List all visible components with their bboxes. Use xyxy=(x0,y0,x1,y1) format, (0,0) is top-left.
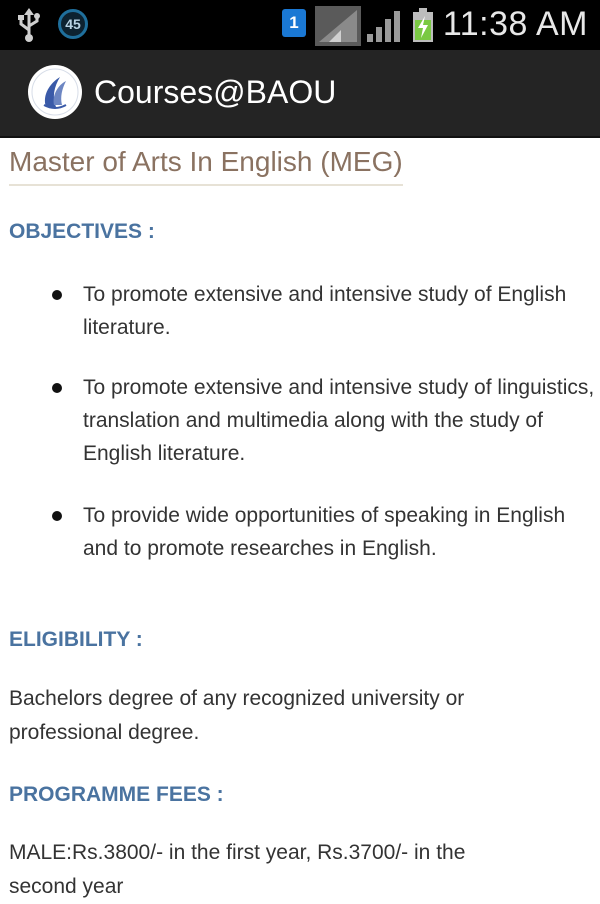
list-item: To promote extensive and intensive study… xyxy=(83,283,567,306)
usb-icon xyxy=(14,8,44,47)
fees-text: second year xyxy=(9,875,124,898)
objectives-heading: OBJECTIVES : xyxy=(9,220,155,243)
signal-icon xyxy=(315,6,361,51)
eligibility-heading: ELIGIBILITY : xyxy=(9,628,143,651)
status-bar: 45 1 11:38 AM xyxy=(0,0,600,50)
list-item: To promote extensive and intensive study… xyxy=(83,376,595,399)
app-title: Courses@BAOU xyxy=(94,74,337,110)
baou-logo-icon[interactable] xyxy=(28,65,82,119)
clock: 11:38 AM xyxy=(442,5,588,43)
list-item: literature. xyxy=(83,316,171,339)
list-item: translation and multimedia along with th… xyxy=(83,409,543,432)
bullet-icon xyxy=(52,383,62,393)
eligibility-text: professional degree. xyxy=(9,721,200,744)
notification-badge: 45 xyxy=(58,9,88,39)
fees-text: MALE:Rs.3800/- in the first year, Rs.370… xyxy=(9,841,466,864)
sim-icon: 1 xyxy=(282,9,306,37)
bullet-icon xyxy=(52,511,62,521)
eligibility-text: Bachelors degree of any recognized unive… xyxy=(9,687,465,710)
page-title: Master of Arts In English (MEG) xyxy=(9,146,403,186)
list-item: To provide wide opportunities of speakin… xyxy=(83,504,566,527)
bullet-icon xyxy=(52,290,62,300)
list-item: English literature. xyxy=(83,442,246,465)
signal-icon xyxy=(367,10,401,47)
fees-heading: PROGRAMME FEES : xyxy=(9,783,224,806)
battery-charging-icon xyxy=(412,8,434,47)
list-item: and to promote researches in English. xyxy=(83,537,437,560)
action-bar: Courses@BAOU xyxy=(0,50,600,138)
